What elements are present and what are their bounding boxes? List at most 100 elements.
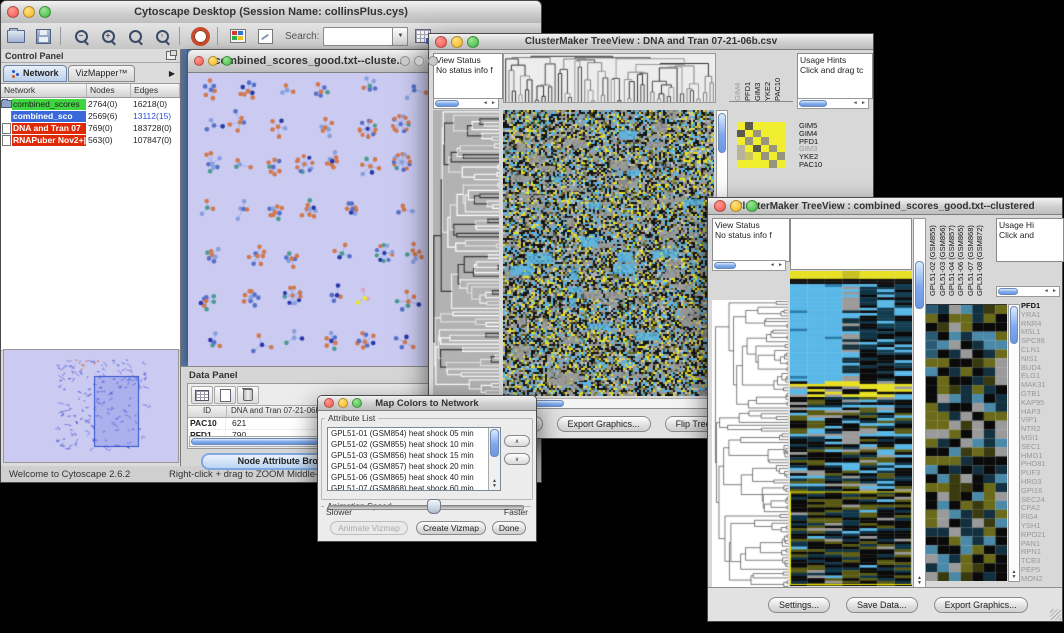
usage-hints-scrollbar[interactable]: ◄ ►	[797, 98, 869, 109]
network-row[interactable]: combined_sco 2569(6) 13112(15)	[1, 110, 180, 122]
attribute-item[interactable]: GPL51-02 (GSM855) heat shock 10 min	[328, 439, 500, 450]
zoom-window-icon[interactable]	[352, 398, 362, 408]
minimize-icon[interactable]	[451, 36, 463, 48]
close-icon[interactable]	[714, 200, 726, 212]
treeview1-button[interactable]: Export Graphics...	[557, 416, 651, 432]
attribute-list-scrollbar[interactable]: ▲▼	[488, 428, 500, 490]
zoom-selected-button[interactable]	[123, 25, 147, 47]
help-button[interactable]	[188, 25, 212, 47]
network-window-1-titlebar[interactable]: combined_scores_good.txt--cluste...	[188, 50, 432, 73]
attribute-list[interactable]: GPL51-01 (GSM854) heat shock 05 minGPL51…	[327, 427, 501, 491]
column-dendrogram-canvas[interactable]	[503, 53, 716, 103]
create-vizmap-button[interactable]: Create Vizmap	[416, 521, 486, 535]
dialog-titlebar[interactable]: Map Colors to Network	[318, 396, 536, 411]
minimize-icon[interactable]	[730, 200, 742, 212]
treeview1-titlebar[interactable]: ClusterMaker TreeView : DNA and Tran 07-…	[429, 34, 873, 50]
network-row[interactable]: combined_scores 2764(0) 16218(0)	[1, 98, 180, 110]
window-controls[interactable]	[7, 6, 51, 18]
network-row[interactable]: RNAPuber Nov2+| 563(0) 107847(0)	[1, 134, 180, 146]
network-list-header[interactable]: Network Nodes Edges	[1, 84, 180, 98]
detail-vscrollbar[interactable]: ▲▼	[1008, 304, 1020, 582]
save-session-button[interactable]	[31, 25, 55, 47]
row-dendrogram-canvas[interactable]	[712, 300, 788, 588]
network-overview-thumbnail[interactable]	[3, 349, 179, 463]
attribute-item[interactable]: GPL51-04 (GSM857) heat shock 20 min	[328, 461, 500, 472]
minimize-icon[interactable]	[23, 6, 35, 18]
attribute-item[interactable]: GPL51-03 (GSM856) heat shock 15 min	[328, 450, 500, 461]
minimize-icon[interactable]	[338, 398, 348, 408]
done-button[interactable]: Done	[492, 521, 526, 535]
network-view-canvas-1[interactable]	[188, 73, 430, 368]
scrollbar-thumb[interactable]	[1010, 306, 1018, 344]
search-input[interactable]	[323, 27, 393, 46]
new-attribute-button[interactable]	[214, 386, 236, 404]
minimize-icon[interactable]	[414, 56, 424, 66]
tv1-detail-heatmap[interactable]	[737, 122, 785, 168]
treeview2-titlebar[interactable]: ClusterMaker TreeView : combined_scores_…	[708, 198, 1062, 215]
scrollbar-thumb[interactable]	[799, 100, 827, 107]
attribute-item[interactable]: GPL51-01 (GSM854) heat shock 05 min	[328, 428, 500, 439]
zoom-in-button[interactable]	[96, 25, 120, 47]
speed-slider-thumb[interactable]	[427, 499, 441, 514]
tab-vizmapper[interactable]: VizMapper™	[68, 65, 136, 82]
scroll-arrows-icon[interactable]: ▲▼	[914, 576, 925, 586]
zoom-window-icon[interactable]	[746, 200, 758, 212]
scrollbar-thumb[interactable]	[435, 100, 459, 107]
animate-vizmap-button[interactable]: Animate Vizmap	[330, 521, 408, 535]
delete-attribute-button[interactable]	[237, 386, 259, 404]
scroll-arrows-icon[interactable]: ◄ ►	[483, 100, 497, 106]
zoom-window-icon[interactable]	[428, 56, 438, 66]
zoom-window-icon[interactable]	[39, 6, 51, 18]
annotation-button[interactable]	[253, 25, 277, 47]
open-session-button[interactable]	[4, 25, 28, 47]
attribute-item[interactable]: GPL51-07 (GSM868) heat shock 60 min	[328, 483, 500, 491]
move-down-button[interactable]: ∨	[504, 453, 530, 465]
select-attributes-button[interactable]	[191, 386, 213, 404]
global-heatmap-canvas[interactable]	[790, 271, 912, 586]
view-status-scrollbar[interactable]: ◄ ►	[712, 260, 786, 271]
scrollbar-thumb[interactable]	[998, 288, 1018, 295]
network-window-1[interactable]: combined_scores_good.txt--cluste...	[187, 49, 433, 361]
minimize-icon[interactable]	[208, 56, 218, 66]
scrollbar-thumb[interactable]	[718, 113, 726, 153]
detail-heatmap-canvas[interactable]	[926, 304, 1007, 581]
close-icon[interactable]	[435, 36, 447, 48]
network-row[interactable]: DNA and Tran 07 769(0) 183728(0)	[1, 122, 180, 134]
float-panel-icon[interactable]	[166, 51, 176, 60]
close-icon[interactable]	[7, 6, 19, 18]
treeview2-button[interactable]: Export Graphics...	[934, 597, 1028, 613]
scrollbar-thumb[interactable]	[714, 262, 736, 269]
search-dropdown-button[interactable]: ▼	[393, 27, 408, 46]
animation-speed-panel: Slower Faster	[318, 492, 536, 520]
row-dendrogram-canvas[interactable]	[433, 110, 499, 396]
zoom-fit-button[interactable]	[150, 25, 174, 47]
treeview2-button[interactable]: Save Data...	[846, 597, 918, 613]
global-heatmap-canvas[interactable]	[503, 110, 714, 396]
scroll-arrows-icon[interactable]: ▲▼	[1009, 570, 1019, 580]
close-icon[interactable]	[194, 56, 204, 66]
scroll-arrows-icon[interactable]: ◄ ►	[853, 100, 867, 106]
main-titlebar[interactable]: Cytoscape Desktop (Session Name: collins…	[1, 1, 541, 24]
zoom-out-button[interactable]	[69, 25, 93, 47]
scroll-arrows-icon[interactable]: ◄ ►	[770, 262, 784, 268]
heatmap-vscrollbar[interactable]: ▲▼	[913, 218, 926, 588]
attribute-item[interactable]: GPL51-06 (GSM865) heat shock 40 min	[328, 472, 500, 483]
treeview2-button[interactable]: Settings...	[768, 597, 830, 613]
tab-network[interactable]: Network	[3, 65, 67, 82]
treeview2-title: ClusterMaker TreeView : combined_scores_…	[708, 201, 1062, 212]
resize-grip[interactable]	[1050, 609, 1061, 620]
scrollbar-thumb[interactable]	[490, 429, 499, 457]
tab-overflow-button[interactable]: ▶	[166, 69, 178, 78]
scrollbar-thumb[interactable]	[915, 261, 924, 309]
vizmapper-button[interactable]	[226, 25, 250, 47]
scroll-arrows-icon[interactable]: ▲▼	[489, 479, 500, 489]
close-icon[interactable]	[324, 398, 334, 408]
close-icon[interactable]	[400, 56, 410, 66]
usage-hints-scrollbar[interactable]: ◄ ►	[996, 286, 1060, 297]
scroll-arrows-icon[interactable]: ◄ ►	[1044, 288, 1058, 294]
speed-slider-track[interactable]	[328, 505, 524, 510]
zoom-window-icon[interactable]	[467, 36, 479, 48]
zoom-window-icon[interactable]	[222, 56, 232, 66]
move-up-button[interactable]: ∧	[504, 435, 530, 447]
view-status-scrollbar[interactable]: ◄ ►	[433, 98, 499, 109]
